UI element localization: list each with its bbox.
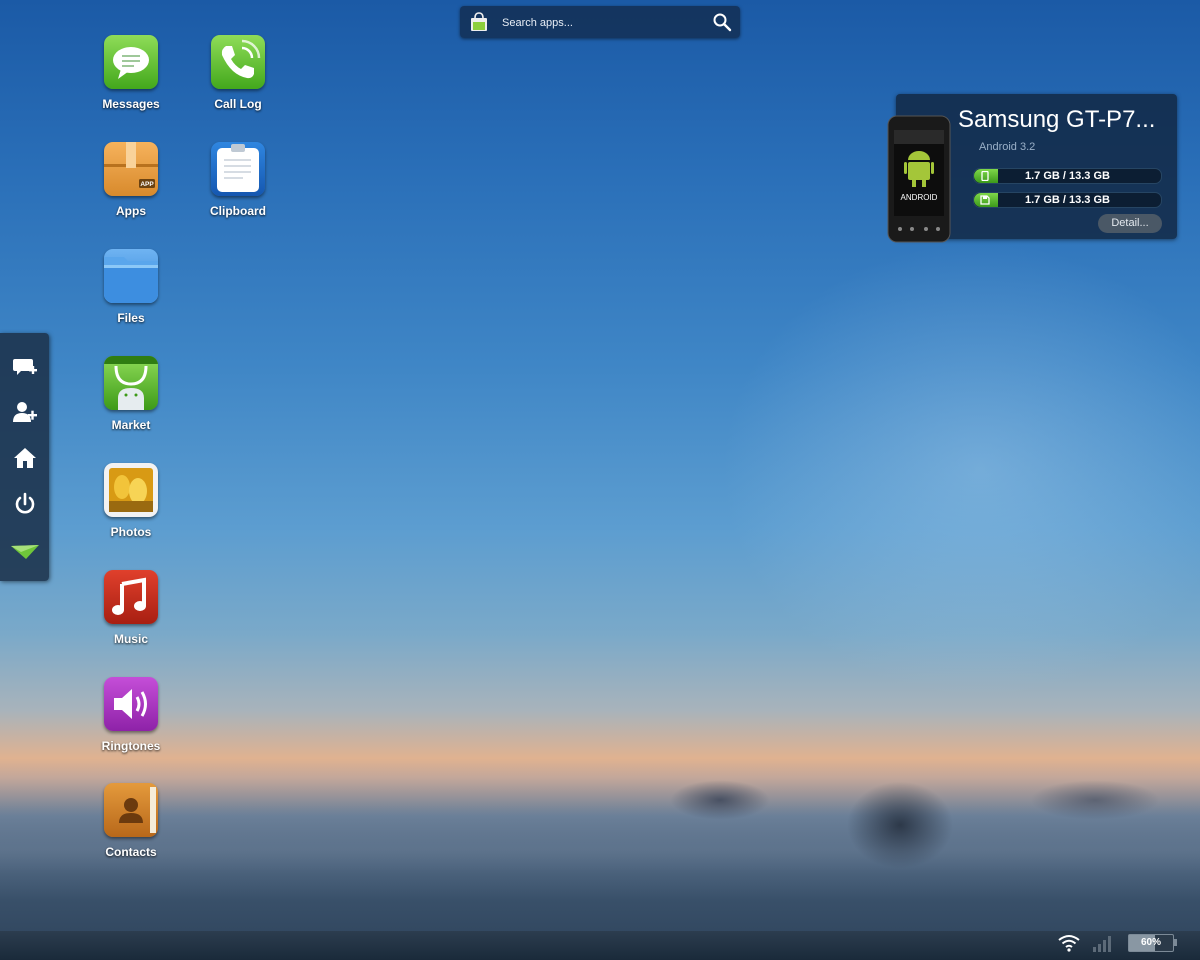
app-label: Call Log xyxy=(214,97,262,111)
market-bag-icon xyxy=(471,12,487,31)
power-icon[interactable] xyxy=(10,489,40,519)
music-note-icon xyxy=(104,570,158,624)
app-apps[interactable]: APP Apps xyxy=(86,142,176,232)
home-icon[interactable] xyxy=(10,443,40,473)
storage-bar-sd: 1.7 GB / 13.3 GB xyxy=(973,192,1162,208)
clipboard-icon xyxy=(211,142,265,196)
app-call-log[interactable]: Call Log xyxy=(193,35,283,125)
app-label: Messages xyxy=(102,97,160,111)
new-message-icon[interactable] xyxy=(10,353,40,383)
app-label: Market xyxy=(111,418,151,432)
market-bag-icon xyxy=(104,356,158,410)
photos-icon xyxy=(104,463,158,517)
app-label: Apps xyxy=(116,204,146,218)
app-ringtones[interactable]: Ringtones xyxy=(86,677,176,767)
sky-glow xyxy=(720,240,1200,700)
contacts-book-icon xyxy=(104,783,158,837)
fog-haze xyxy=(0,800,1200,900)
wifi-icon xyxy=(1058,935,1080,952)
android-phone-icon: ANDROID xyxy=(887,115,951,243)
storage-text: 1.7 GB / 13.3 GB xyxy=(1025,194,1110,206)
battery-percent: 60% xyxy=(1140,937,1161,948)
distant-trees-right xyxy=(1030,780,1160,820)
app-label: Music xyxy=(113,632,148,646)
call-log-icon xyxy=(211,35,265,89)
messages-icon xyxy=(104,35,158,89)
battery-indicator: 60% xyxy=(1128,934,1174,952)
search-input[interactable] xyxy=(500,10,704,36)
desktop: Messages Call Log APP Apps xyxy=(0,0,1200,960)
app-label: Files xyxy=(117,311,145,325)
app-label: Clipboard xyxy=(210,204,266,218)
app-label: Photos xyxy=(110,525,152,539)
android-logo-text: ANDROID xyxy=(901,193,938,202)
storage-text: 1.7 GB / 13.3 GB xyxy=(1025,170,1110,182)
app-label: Ringtones xyxy=(101,739,161,753)
storage-bar-internal: 1.7 GB / 13.3 GB xyxy=(973,168,1162,184)
speaker-icon xyxy=(104,677,158,731)
app-market[interactable]: Market xyxy=(86,356,176,446)
status-bar: 60% xyxy=(0,931,1200,960)
signal-bars-icon xyxy=(1093,936,1111,952)
app-contacts[interactable]: Contacts xyxy=(86,783,176,873)
apps-box-icon: APP xyxy=(104,142,158,196)
app-photos[interactable]: Photos xyxy=(86,463,176,553)
lone-tree xyxy=(845,780,955,870)
folder-icon xyxy=(104,249,158,303)
search-bar xyxy=(460,6,740,38)
distant-trees xyxy=(670,780,770,820)
battery-tip xyxy=(1173,939,1177,946)
app-messages[interactable]: Messages xyxy=(86,35,176,125)
device-card: ANDROID Samsung GT-P7... Android 3.2 1.7… xyxy=(887,94,1177,243)
add-contact-icon[interactable] xyxy=(10,397,40,427)
left-dock xyxy=(0,333,49,581)
device-name: Samsung GT-P7... xyxy=(958,106,1156,133)
device-os-version: Android 3.2 xyxy=(979,141,1036,153)
app-music[interactable]: Music xyxy=(86,570,176,660)
app-label: Contacts xyxy=(105,845,157,859)
search-icon[interactable] xyxy=(712,12,732,32)
send-paper-plane-icon[interactable] xyxy=(10,537,40,567)
app-files[interactable]: Files xyxy=(86,249,176,339)
app-clipboard[interactable]: Clipboard xyxy=(193,142,283,232)
apps-badge-text: APP xyxy=(140,181,154,188)
detail-button[interactable]: Detail... xyxy=(1098,214,1162,233)
